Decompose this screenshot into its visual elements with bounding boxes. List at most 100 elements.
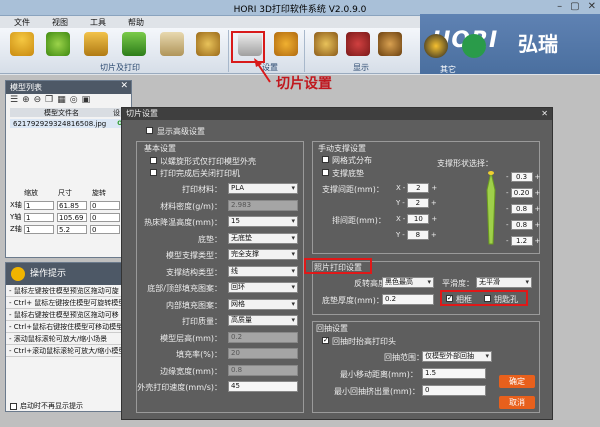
copy-icon[interactable]: ❐: [45, 95, 53, 105]
basic-field-label: 外壳打印速度(mm/s)：: [137, 383, 222, 392]
support-shape-label: 支撑形状选择：: [437, 159, 493, 168]
smoothness-label: 平滑度：: [442, 279, 474, 288]
close-printer-label: 打印完成后关闭打印机: [160, 169, 240, 178]
shape-size-spinner[interactable]: -0.20 +: [506, 188, 540, 198]
row-y-spinner[interactable]: Y -8 +: [396, 230, 437, 240]
dialog-close-icon[interactable]: ✕: [541, 108, 548, 120]
reverse-height-select[interactable]: 黑色最高: [382, 277, 434, 288]
basic-field-label: 模型支撑类型：: [166, 251, 222, 260]
photo-title: 照片打印设置: [314, 263, 362, 272]
basic-field-control: 20: [228, 348, 298, 359]
pad-thickness-input[interactable]: 0.2: [382, 294, 434, 305]
retract-range-select[interactable]: 仅模型外部回抽: [422, 351, 492, 362]
retract-lift-checkbox[interactable]: [322, 336, 329, 344]
file-table-header: 模型文件名设: [10, 108, 127, 117]
min-move-input[interactable]: 1.5: [422, 368, 486, 379]
spiral-label: 以螺旋形式仅打印模型外壳: [160, 157, 256, 166]
basic-field-label: 内部填充图案：: [166, 300, 222, 310]
tip-line: - Ctrl+滚动鼠标滚轮可放大/缩小模型: [6, 345, 131, 357]
shape-size-spinner[interactable]: -1.2 +: [506, 236, 540, 246]
basic-field-control[interactable]: 回环: [228, 282, 298, 293]
model-list-toolbar: ☰ ⊕ ⊖ ❐ ▦ ◎ ▣: [6, 94, 131, 106]
ok-button[interactable]: 确定: [499, 375, 535, 388]
shape-size-spinner[interactable]: -0.8 +: [506, 220, 540, 230]
grid-distribution-checkbox[interactable]: [322, 156, 329, 163]
advanced-label: 显示高级设置: [157, 127, 205, 136]
startup-label: 启动时不再显示提示: [20, 402, 83, 410]
transform-table: 缩放 尺寸 旋转 X轴 1 61.85 0 Y轴 1 105.69 0 Z轴 1 5.2 0: [10, 187, 128, 235]
save-icon[interactable]: ▣: [82, 95, 91, 105]
basic-field-control[interactable]: PLA: [228, 183, 298, 194]
rot-y-input[interactable]: 0: [90, 212, 120, 222]
col-file: 模型文件名: [44, 109, 79, 117]
target-icon[interactable]: ◎: [70, 95, 78, 105]
cancel-button[interactable]: 取消: [499, 396, 535, 409]
row-spacing-label: 排间距(mm)：: [332, 216, 386, 225]
basic-field-control[interactable]: 无底垫: [228, 232, 298, 244]
scale-x-input[interactable]: 1: [24, 200, 54, 210]
basic-field-control[interactable]: 45: [228, 381, 298, 392]
frame-label: 相框: [456, 295, 472, 304]
spiral-checkbox[interactable]: [150, 157, 157, 164]
min-extrude-input[interactable]: 0: [422, 385, 486, 396]
scale-z-input[interactable]: 1: [24, 224, 54, 234]
row-y: Y轴 1 105.69 0: [10, 211, 128, 223]
support-spacing-label: 支撑间距(mm)：: [322, 185, 384, 194]
grid-distribution-label: 网格式分布: [332, 156, 372, 165]
basic-field-label: 模型层高(mm)：: [160, 333, 222, 343]
size-z-input[interactable]: 5.2: [57, 224, 87, 234]
dialog-title: 切片设置: [126, 109, 158, 118]
remove-icon[interactable]: ⊖: [34, 95, 42, 105]
basic-field-label: 打印质量：: [182, 317, 222, 326]
basic-field-control[interactable]: 线: [228, 265, 298, 277]
basic-field-control[interactable]: 完全支撑: [228, 249, 298, 260]
shape-size-spinner[interactable]: -0.8 +: [506, 204, 540, 214]
app-window: HORI 3D打印软件系统 V2.0.9.0 –▢✕ 文件 视图 工具 帮助 H…: [0, 0, 600, 427]
basic-field-label: 底部/顶部填充图案：: [147, 284, 222, 293]
basic-field-label: 底垫：: [198, 234, 222, 244]
keyhole-checkbox[interactable]: [484, 295, 491, 302]
size-y-input[interactable]: 105.69: [57, 212, 87, 222]
tip-line: - Ctrl+鼠标右键按住模型可移动模型: [6, 321, 131, 333]
row-x: X轴 1 61.85 0: [10, 199, 128, 211]
basic-field-label: 填充率(%)：: [176, 350, 222, 359]
smoothness-select[interactable]: 无平滑: [476, 277, 532, 288]
advanced-checkbox[interactable]: [146, 127, 153, 134]
rot-x-input[interactable]: 0: [90, 200, 120, 210]
size-x-input[interactable]: 61.85: [57, 200, 87, 210]
scale-y-input[interactable]: 1: [24, 212, 54, 222]
rot-z-input[interactable]: 0: [90, 224, 120, 234]
close-printer-checkbox[interactable]: [150, 169, 157, 176]
spacing-x-spinner[interactable]: X -2 +: [396, 183, 437, 193]
shape-size-spinner[interactable]: -0.3 +: [506, 172, 540, 182]
header-size: 尺寸: [58, 189, 72, 197]
slice-settings-dialog: 切片设置 ✕ 显示高级设置 基本设置 以螺旋形式仅打印模型外壳 打印完成后关闭打印…: [121, 107, 553, 420]
row-x-spinner[interactable]: X -10 +: [396, 214, 437, 224]
support-bottom-checkbox[interactable]: [322, 169, 329, 176]
add-icon[interactable]: ⊕: [22, 95, 30, 105]
startup-checkbox[interactable]: [10, 402, 17, 410]
tip-line: - 滚动鼠标滚轮可放大/缩小场景: [6, 333, 131, 345]
frame-checkbox[interactable]: [446, 294, 453, 302]
file-row[interactable]: 621792929324816508.jpgOK: [10, 119, 127, 128]
axis-label: Y轴: [10, 213, 22, 221]
panel-close-icon[interactable]: ✕: [120, 81, 128, 91]
row-z: Z轴 1 5.2 0: [10, 223, 128, 235]
min-extrude-label: 最小回抽挤出量(mm)：: [334, 387, 420, 396]
basic-field-control: 0.2: [228, 331, 298, 343]
basic-field-control[interactable]: 网格: [228, 298, 298, 310]
axis-label: X轴: [10, 201, 22, 209]
retract-title: 回抽设置: [316, 324, 348, 333]
basic-field-control[interactable]: 15: [228, 216, 298, 227]
file-name: 621792929324816508.jpg: [13, 119, 107, 128]
header-scale: 缩放: [24, 189, 38, 197]
tips-panel: 操作提示 - 鼠标左键按住模型预览区拖动可旋 - Ctrl+ 鼠标左键按住模型可…: [5, 262, 132, 412]
support-bottom-label: 支撑底垫: [332, 169, 364, 178]
spacing-y-spinner[interactable]: Y -2 +: [396, 198, 437, 208]
basic-field-control: 2.983: [228, 199, 298, 211]
axis-label: Z轴: [10, 225, 22, 233]
list-icon[interactable]: ☰: [10, 95, 18, 105]
basic-field-control[interactable]: 高质量: [228, 315, 298, 326]
model-list-title: 模型列表: [6, 81, 131, 94]
grid-icon[interactable]: ▦: [57, 95, 66, 105]
